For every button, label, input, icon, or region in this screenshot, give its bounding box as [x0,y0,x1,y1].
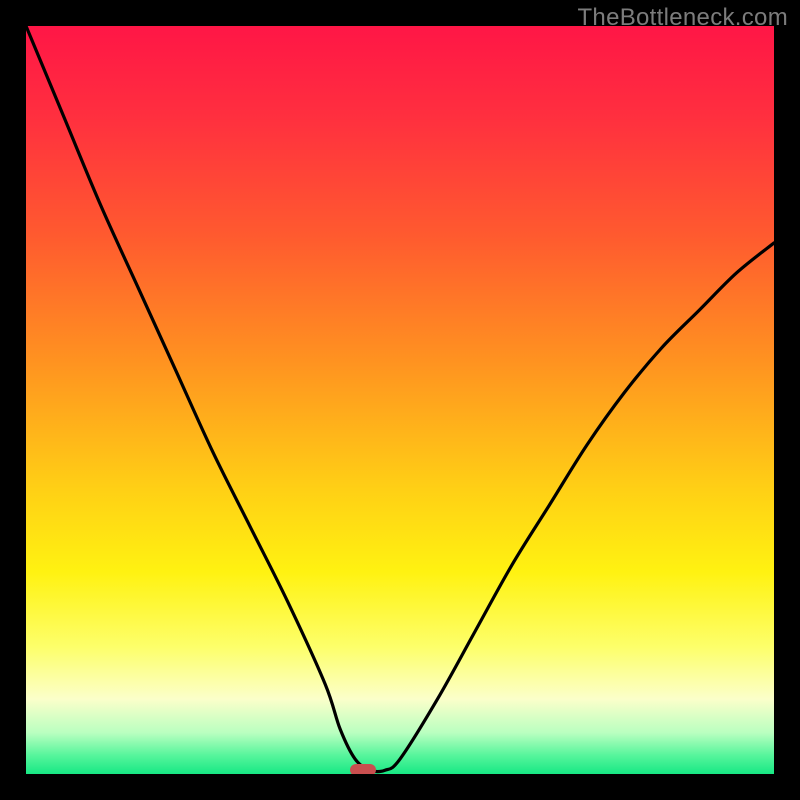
plot-area [26,26,774,774]
chart-frame: TheBottleneck.com [0,0,800,800]
watermark-text: TheBottleneck.com [577,4,788,32]
bottleneck-curve [26,26,774,774]
optimum-marker [350,764,376,774]
